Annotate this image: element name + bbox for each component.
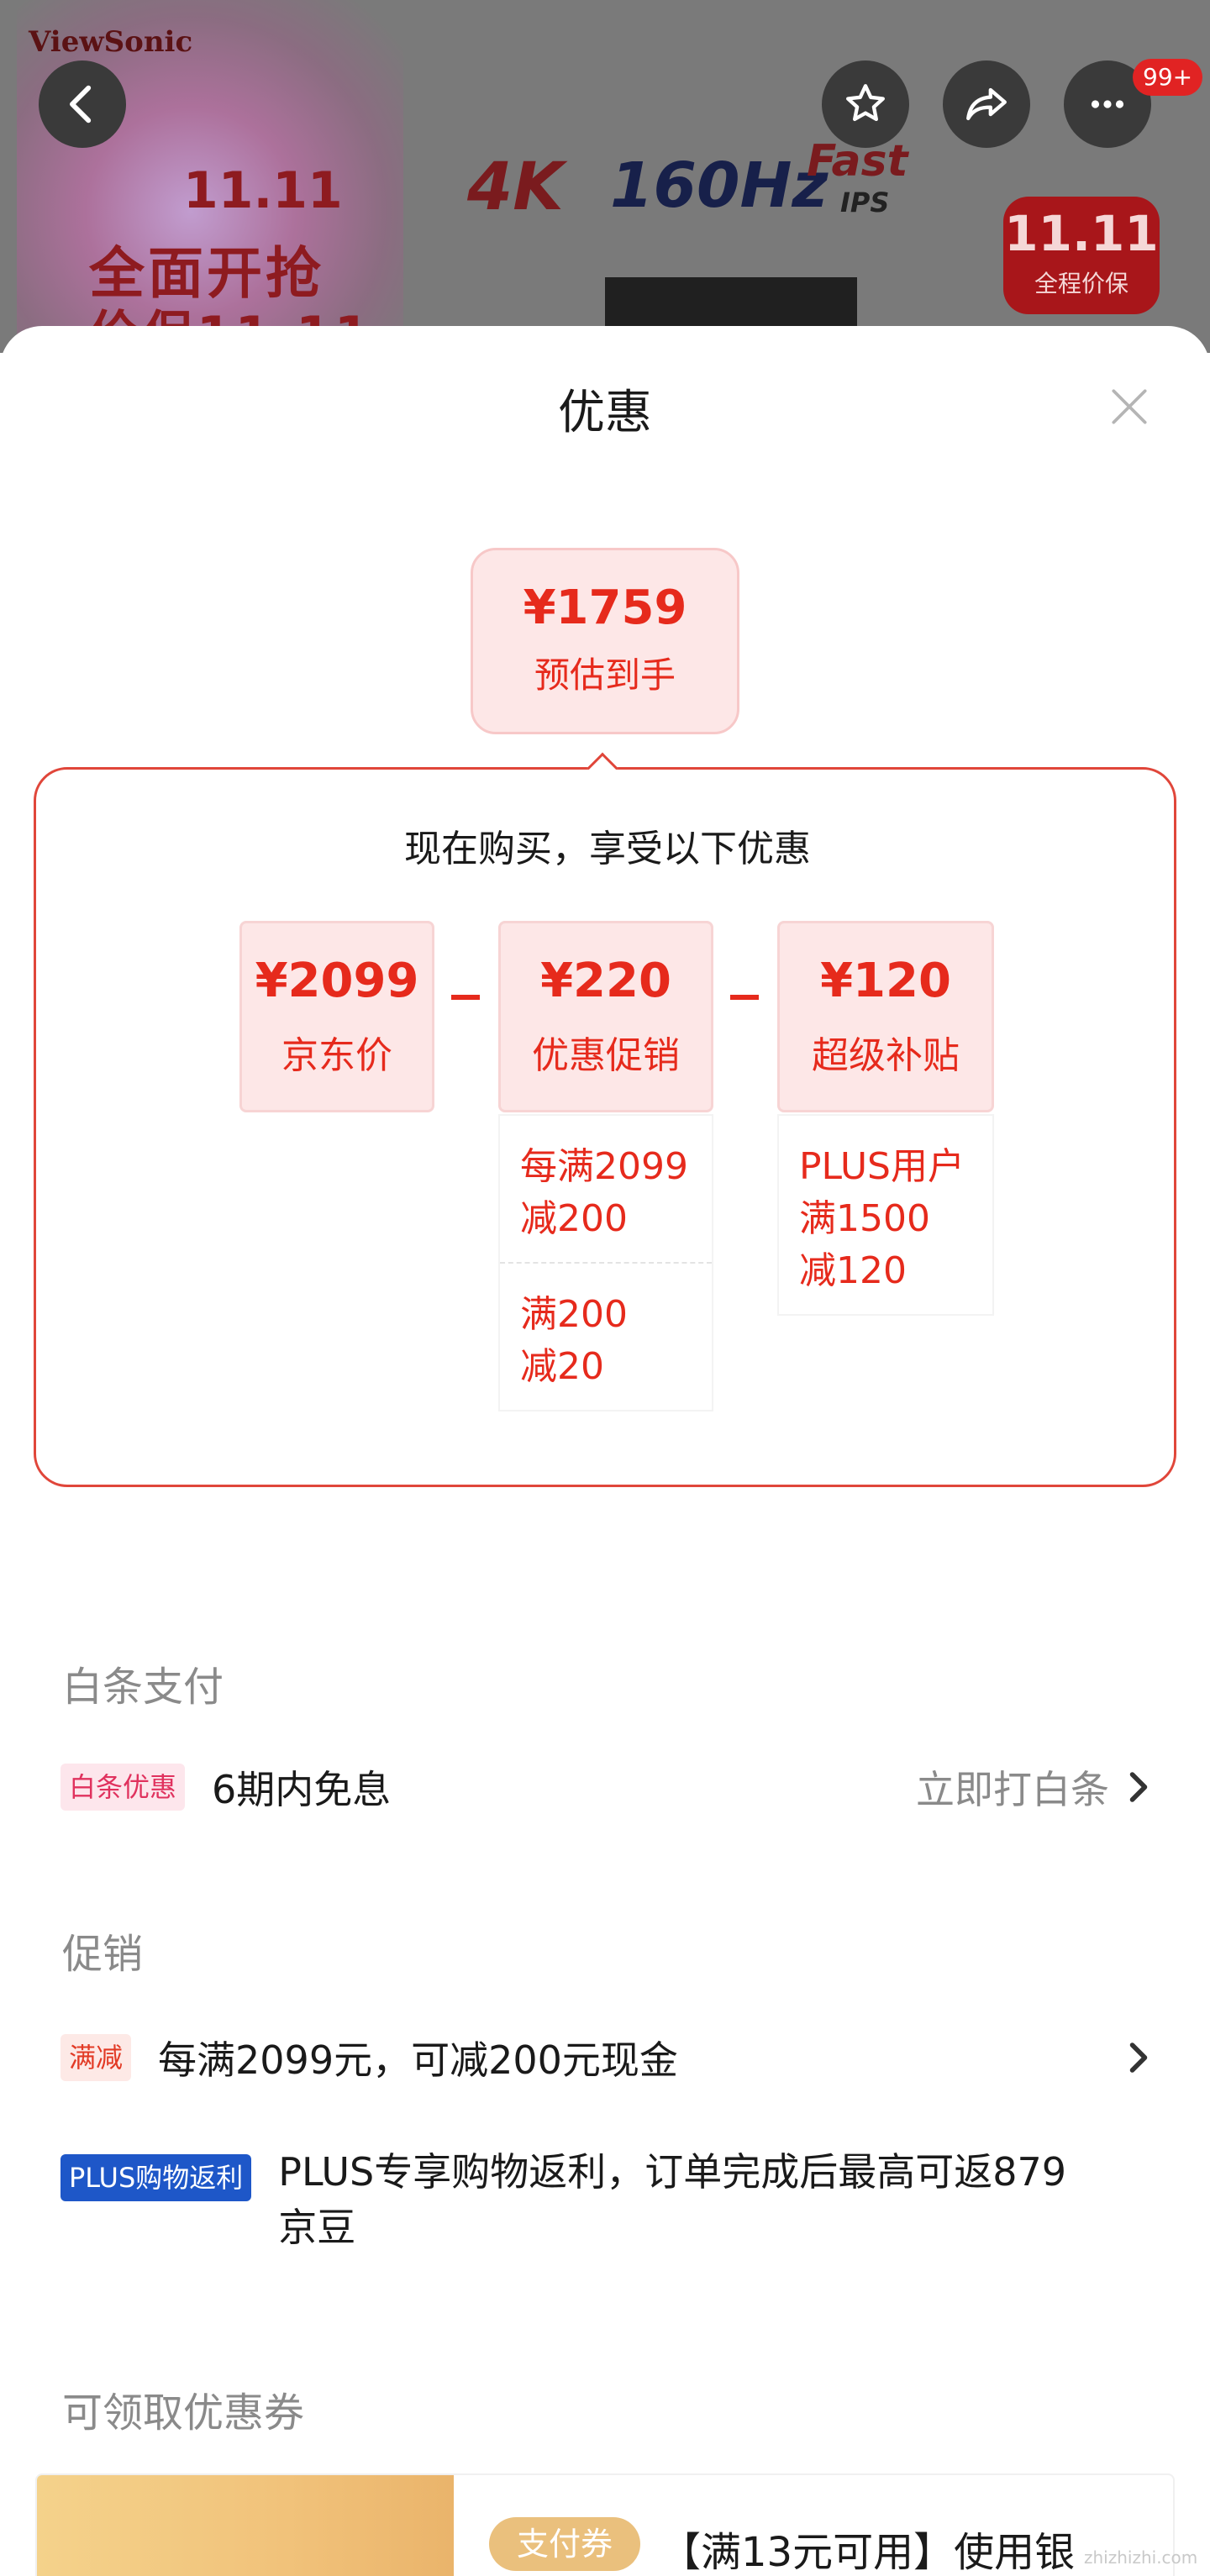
baitiao-row[interactable]: 白条优惠 6期内免息 立即打白条: [60, 1759, 1153, 1815]
baitiao-action-label: 立即打白条: [916, 1767, 1109, 1812]
badge-date: 11.11: [1004, 205, 1159, 262]
discount-breakdown: 现在购买，享受以下优惠 ¥2099 京东价 ¥220 优惠促销 ¥120 超级补…: [34, 767, 1176, 1487]
notification-badge: 99+: [1133, 59, 1203, 96]
promotion-text: 每满2099元，可减200元现金: [158, 2037, 678, 2083]
share-button[interactable]: [943, 60, 1030, 148]
watermark: zhizhizhi.com: [1084, 2547, 1198, 2568]
plus-rebate-row: PLUS购物返利 PLUS专享购物返利，订单完成后最高可返879京豆: [60, 2149, 1153, 2255]
jd-price-value: ¥2099: [255, 954, 419, 1008]
coupon-card[interactable]: 支付券 【满13元可用】使用银: [35, 2473, 1175, 2576]
badge-label: 全程价保: [1034, 270, 1128, 297]
baitiao-section-title: 白条支付: [62, 1664, 224, 1711]
promo-detail-item: 每满2099 减200: [520, 1145, 688, 1240]
minus-sign: [451, 995, 480, 1000]
estimated-price: ¥1759: [523, 581, 687, 635]
subsidy-value: ¥120: [820, 954, 951, 1008]
more-dots-icon: [1091, 100, 1124, 108]
baitiao-tag: 白条优惠: [60, 1764, 186, 1811]
spec-4k: 4K: [467, 150, 564, 225]
jd-price-box: ¥2099 京东价: [239, 921, 434, 1112]
promo-detail-item: 满200 减20: [520, 1293, 628, 1388]
subsidy-detail-item: PLUS用户 满1500 减120: [799, 1145, 965, 1292]
product-banner: ViewSonic 11.11 全面开抢 价保11.11 4K 160Hz Fa…: [0, 0, 1210, 353]
coupon-section-title: 可领取优惠券: [62, 2389, 305, 2437]
baitiao-text: 6期内免息: [212, 1767, 392, 1812]
promo-date: 11.11: [183, 161, 343, 220]
chevron-right-icon: [1129, 2042, 1148, 2073]
favorite-button[interactable]: [822, 60, 909, 148]
promotion-tag: 满减: [60, 2034, 132, 2081]
promo-value: ¥220: [540, 954, 671, 1008]
brand-logo: ViewSonic: [29, 25, 193, 59]
plus-rebate-tag: PLUS购物返利: [60, 2154, 252, 2201]
promotion-more[interactable]: [1109, 2041, 1153, 2074]
spec-ips: IPS: [840, 187, 890, 218]
price-protection-badge: 11.11 全程价保: [1003, 197, 1160, 314]
coupon-description: 【满13元可用】使用银: [660, 2529, 1076, 2576]
coupon-type-tag: 支付券: [489, 2517, 640, 2571]
star-icon: [846, 84, 885, 122]
promo-label: 优惠促销: [532, 1034, 680, 1077]
close-icon[interactable]: [1106, 383, 1153, 430]
estimated-price-pill: ¥1759 预估到手: [471, 548, 739, 734]
promo-details: 每满2099 减200 满200 减20: [498, 1114, 713, 1412]
chevron-right-icon: [1129, 1772, 1148, 1802]
promo-box: ¥220 优惠促销: [498, 921, 713, 1112]
breakdown-heading: 现在购买，享受以下优惠: [404, 828, 811, 870]
promotion-row[interactable]: 满减 每满2099元，可减200元现金: [60, 2030, 1153, 2085]
subsidy-label: 超级补贴: [812, 1034, 960, 1077]
baitiao-action[interactable]: 立即打白条: [916, 1759, 1153, 1815]
promotion-section-title: 促销: [62, 1931, 144, 1978]
subsidy-details: PLUS用户 满1500 减120: [777, 1114, 994, 1316]
estimated-price-label: 预估到手: [534, 655, 676, 696]
chevron-left-icon: [70, 85, 92, 124]
spec-refresh-rate: 160Hz: [610, 150, 829, 222]
share-icon: [966, 87, 1007, 121]
minus-sign: [730, 995, 759, 1000]
jd-price-label: 京东价: [281, 1034, 392, 1077]
plus-rebate-text: PLUS专享购物返利，订单完成后最高可返879京豆: [278, 2149, 1067, 2250]
coupon-value-area: [37, 2475, 454, 2576]
sheet-title: 优惠: [558, 386, 652, 440]
back-button[interactable]: [39, 60, 126, 148]
subsidy-box: ¥120 超级补贴: [777, 921, 994, 1112]
